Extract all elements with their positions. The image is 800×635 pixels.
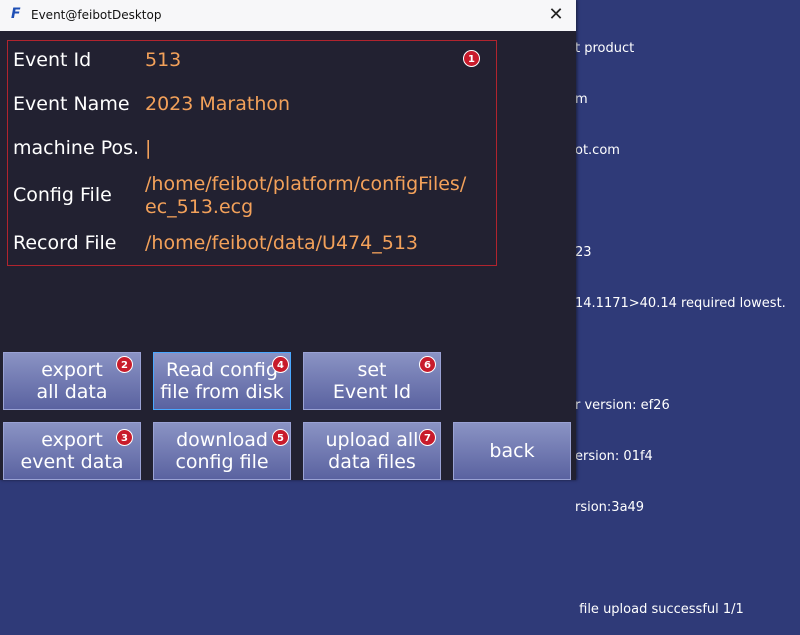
background-log-line: ot.com <box>575 143 620 158</box>
button-label-line1: set <box>357 359 387 381</box>
app-logo-icon: F <box>11 6 21 22</box>
annotation-badge-3: 3 <box>116 429 133 446</box>
event-name-label: Event Name <box>13 93 130 115</box>
machine-pos-label: machine Pos. <box>13 137 140 159</box>
button-label-line1: download <box>176 429 268 451</box>
close-button[interactable]: ✕ <box>542 3 570 27</box>
button-label: back <box>489 440 535 462</box>
button-label-line1: export <box>41 429 103 451</box>
annotation-badge-4: 4 <box>272 356 289 373</box>
read-config-file-button[interactable]: Read config file from disk <box>153 352 291 410</box>
event-name-value: 2023 Marathon <box>145 93 291 115</box>
event-dialog: F Event@feibotDesktop ✕ Event Id 513 Eve… <box>0 0 576 480</box>
config-file-label: Config File <box>13 184 112 206</box>
background-log: t product m ot.com 23 14.1171>40.14 requ… <box>575 6 786 635</box>
background-log-line: file upload successful 1/1 <box>575 602 744 617</box>
background-log-line <box>575 550 786 567</box>
button-label-line2: config file <box>175 451 269 473</box>
annotation-badge-7: 7 <box>419 429 436 446</box>
title-bar[interactable]: F Event@feibotDesktop ✕ <box>0 0 576 31</box>
button-label-line1: Read config <box>166 359 278 381</box>
annotation-badge-1: 1 <box>463 50 480 67</box>
background-log-line: ersion: 01f4 <box>575 449 653 464</box>
background-log-line: t product <box>575 41 635 56</box>
button-label-line2: Event Id <box>332 381 412 403</box>
event-info-frame: Event Id 513 Event Name 2023 Marathon ma… <box>7 40 497 266</box>
button-label-line2: file from disk <box>160 381 284 403</box>
background-log-line: r version: ef26 <box>575 398 670 413</box>
button-label-line2: all data <box>36 381 108 403</box>
download-config-file-button[interactable]: download config file <box>153 422 291 480</box>
window-title: Event@feibotDesktop <box>31 8 162 22</box>
button-label-line1: upload all <box>325 429 419 451</box>
machine-pos-input[interactable]: | <box>145 137 151 159</box>
button-label-line2: event data <box>20 451 124 473</box>
background-log-line <box>575 346 786 363</box>
back-button[interactable]: back <box>453 422 571 480</box>
background-log-line <box>575 193 786 210</box>
background-log-line: 14.1171>40.14 required lowest. <box>575 296 786 311</box>
event-id-label: Event Id <box>13 49 92 71</box>
background-log-line: m <box>575 92 588 107</box>
upload-all-data-files-button[interactable]: upload all data files <box>303 422 441 480</box>
config-file-path-line1: /home/feibot/platform/configFiles/ <box>145 173 467 195</box>
button-label-line2: data files <box>328 451 416 473</box>
button-label-line1: export <box>41 359 103 381</box>
background-log-line: rsion:3a49 <box>575 500 645 515</box>
record-file-label: Record File <box>13 232 117 254</box>
record-file-path: /home/feibot/data/U474_513 <box>145 232 418 254</box>
config-file-path-line2: ec_513.ecg <box>145 196 254 218</box>
annotation-badge-5: 5 <box>272 429 289 446</box>
annotation-badge-2: 2 <box>116 356 133 373</box>
annotation-badge-6: 6 <box>419 356 436 373</box>
event-id-value: 513 <box>145 49 182 71</box>
background-log-line: 23 <box>575 245 592 260</box>
